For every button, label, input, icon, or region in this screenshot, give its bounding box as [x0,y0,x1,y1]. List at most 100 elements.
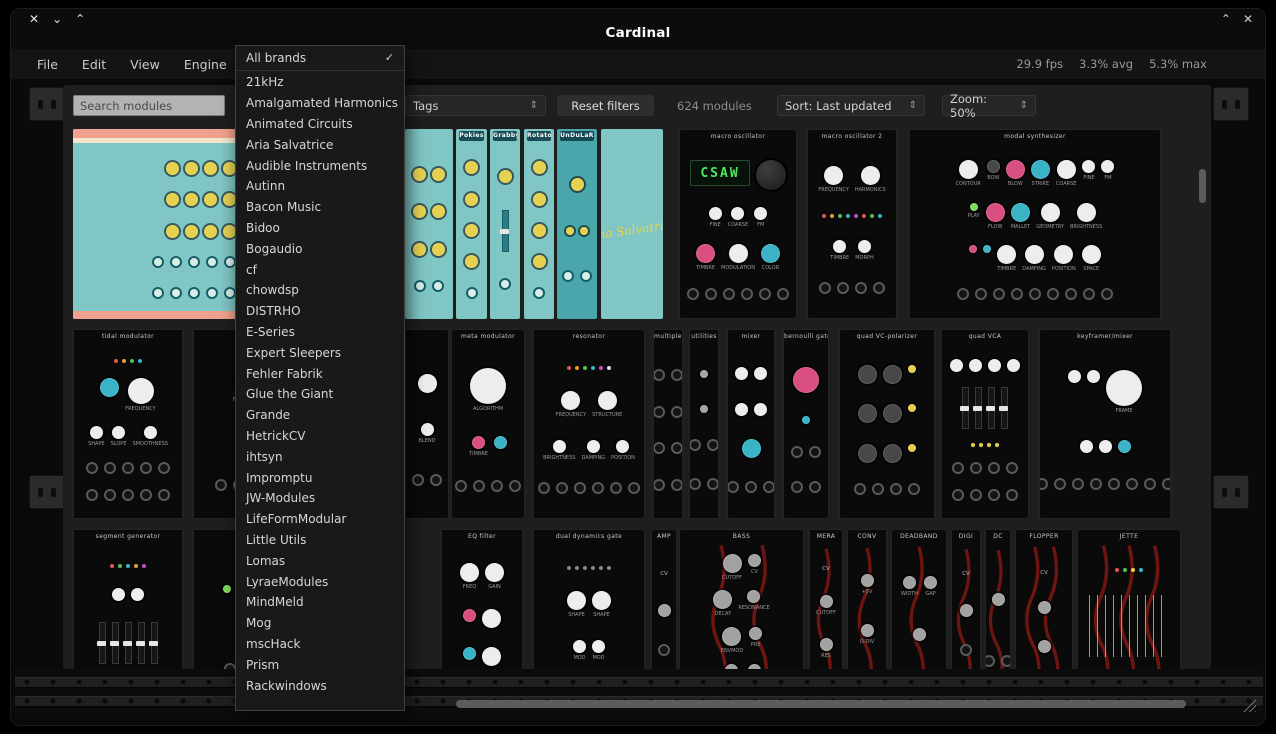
brand-menu-item[interactable]: Amalgamated Harmonics [236,93,404,114]
module-title: modal synthesizer [910,132,1160,142]
module-modal-synthesizer[interactable]: modal synthesizerCONTOURBOWBLOWSTRIKECOA… [909,129,1161,319]
module-undular[interactable]: UnDuLaR [557,129,597,319]
module-grabby[interactable]: Grabby [490,129,520,319]
zoom-dropdown[interactable]: Zoom: 50% ⇕ [942,95,1036,116]
knob-label: ENVMOD [721,648,743,654]
knob [1011,203,1030,222]
module-bass[interactable]: BASSCUTOFFCVDECAYRESONANCEENVMODPREACCEN… [679,529,804,669]
module-keyframer-mixer[interactable]: keyframer/mixerFRAME [1039,329,1171,519]
module-jette[interactable]: JETTE [1077,529,1181,669]
menubar-item-file[interactable]: File [37,57,58,72]
module-unnamed[interactable] [405,129,453,319]
brand-menu-item[interactable]: Aria Salvatrice [236,134,404,155]
menubar-item-edit[interactable]: Edit [82,57,106,72]
knob [748,664,761,669]
horizontal-scrollbar[interactable] [456,700,1186,708]
app-x-icon[interactable]: ✕ [1243,12,1253,26]
brand-menu-item[interactable]: Impromptu [236,467,404,488]
stat-value: 3.3% avg [1079,57,1133,71]
brand-menu-item[interactable]: Audible Instruments [236,155,404,176]
knob-label: RES [821,653,831,659]
brand-menu-item[interactable]: DISTRHO [236,301,404,322]
module-mera[interactable]: MERACVCUTOFFRES [809,529,843,669]
brand-menu-item[interactable]: JW-Modules [236,488,404,509]
brand-menu-item[interactable]: Rackwindows [236,675,404,696]
module-eq-filter[interactable]: EQ filterFREQGAIN [441,529,523,669]
module-flopper[interactable]: FLOPPERCV [1015,529,1073,669]
jack-port [707,478,719,490]
module-macro-oscillator[interactable]: macro oscillatorCSAWFINECOARSEFMTIMBREMO… [679,129,797,319]
module-utilities[interactable]: utilities [689,329,719,519]
brand-menu-item[interactable]: MindMeld [236,592,404,613]
jack-port [872,483,884,495]
module-bernoulli-gate[interactable]: bernoulli gate [783,329,829,519]
brand-menu-item[interactable]: Mog [236,613,404,634]
knob [997,245,1016,264]
module-amp[interactable]: AMPCVIN [651,529,677,669]
slider [151,622,158,664]
brand-menu-item[interactable]: Bidoo [236,218,404,239]
module-rotatoes[interactable]: Rotatoes [524,129,554,319]
jack-port [86,489,98,501]
brand-menu-item[interactable]: chowdsp [236,280,404,301]
module-deadband[interactable]: DEADBANDWIDTHGAP [891,529,947,669]
module-tidal-modulator[interactable]: tidal modulatorFREQUENCYSHAPESLOPESMOOTH… [73,329,183,519]
brand-menu-item[interactable]: ihtsyn [236,446,404,467]
jack-port [952,489,964,501]
module-unnamed[interactable]: Aria Salvatrice [601,129,663,319]
knob [166,162,179,175]
chevron-up-icon[interactable]: ⌃ [75,12,85,26]
brand-menu-item[interactable]: Prism [236,654,404,675]
vertical-scrollbar[interactable] [1199,169,1206,203]
jack-port [705,288,717,300]
brand-menu-item[interactable]: Autinn [236,176,404,197]
brand-menu-item[interactable]: HetrickCV [236,426,404,447]
module-segment-generator[interactable]: segment generator [73,529,183,669]
menubar-item-engine[interactable]: Engine [184,57,227,72]
brand-menu-item[interactable]: Expert Sleepers [236,342,404,363]
module-quad-vca[interactable]: quad VCA [941,329,1029,519]
module-resonator[interactable]: resonatorFREQUENCYSTRUCTUREBRIGHTNESSDAM… [533,329,645,519]
brand-menu-item[interactable]: LifeFormModular [236,509,404,530]
module-dual-dynamics-gate[interactable]: dual dynamics gateSHAPESHAPEMODMOD [533,529,645,669]
brand-menu-item[interactable]: Fehler Fabrik [236,363,404,384]
module-meta-modulator[interactable]: meta modulatorALGORITHMTIMBRE [451,329,525,519]
brand-menu-item[interactable]: Grande [236,405,404,426]
led-indicator [575,366,579,370]
brand-menu-item[interactable]: Bogaudio [236,238,404,259]
search-input[interactable] [73,95,225,116]
module-digi[interactable]: DIGICVANALOG [951,529,981,669]
knob [960,604,973,617]
sort-dropdown[interactable]: Sort: Last updated ⇕ [777,95,925,116]
expand-icon[interactable]: ⌃ [1221,12,1231,26]
module-conv[interactable]: CONV+5VO-DIV [847,529,887,669]
tags-dropdown[interactable]: Tags ⇕ [405,95,546,116]
led-indicator [138,359,142,363]
brand-menu-item[interactable]: LyraeModules [236,571,404,592]
module-mixer[interactable]: mixer [727,329,775,519]
brand-menu-item[interactable]: Glue the Giant [236,384,404,405]
brand-menu-item[interactable]: cf [236,259,404,280]
reset-filters-button[interactable]: Reset filters [557,95,654,116]
close-icon[interactable]: ✕ [29,12,39,26]
brand-menu-item-all-brands[interactable]: All brands ✓ [236,46,404,69]
brand-menu-item[interactable]: Bacon Music [236,197,404,218]
module-dc[interactable]: DC [985,529,1011,669]
module-multiples[interactable]: multiples [653,329,683,519]
brand-menu-item[interactable]: Animated Circuits [236,114,404,135]
jack-port [206,256,218,268]
module-unnamed[interactable]: BLEND [405,329,449,519]
knob-label: SPACE [1083,266,1099,272]
brand-menu-item[interactable]: E-Series [236,322,404,343]
brand-menu-item[interactable]: 21kHz [236,72,404,93]
brand-menu-item[interactable]: Little Utils [236,530,404,551]
brand-menu-item[interactable]: Lomas [236,550,404,571]
module-pokies[interactable]: Pokies [456,129,487,319]
module-quad-vc-polarizer[interactable]: quad VC-polarizer [839,329,935,519]
menubar-item-view[interactable]: View [130,57,160,72]
brand-menu-item[interactable]: mscHack [236,634,404,655]
module-title: multiples [654,332,682,342]
chevron-down-icon[interactable]: ⌄ [52,12,62,26]
module-macro-oscillator-2[interactable]: macro oscillator 2FREQUENCYHARMONICSTIMB… [807,129,897,319]
knob-label: CV [751,569,758,575]
